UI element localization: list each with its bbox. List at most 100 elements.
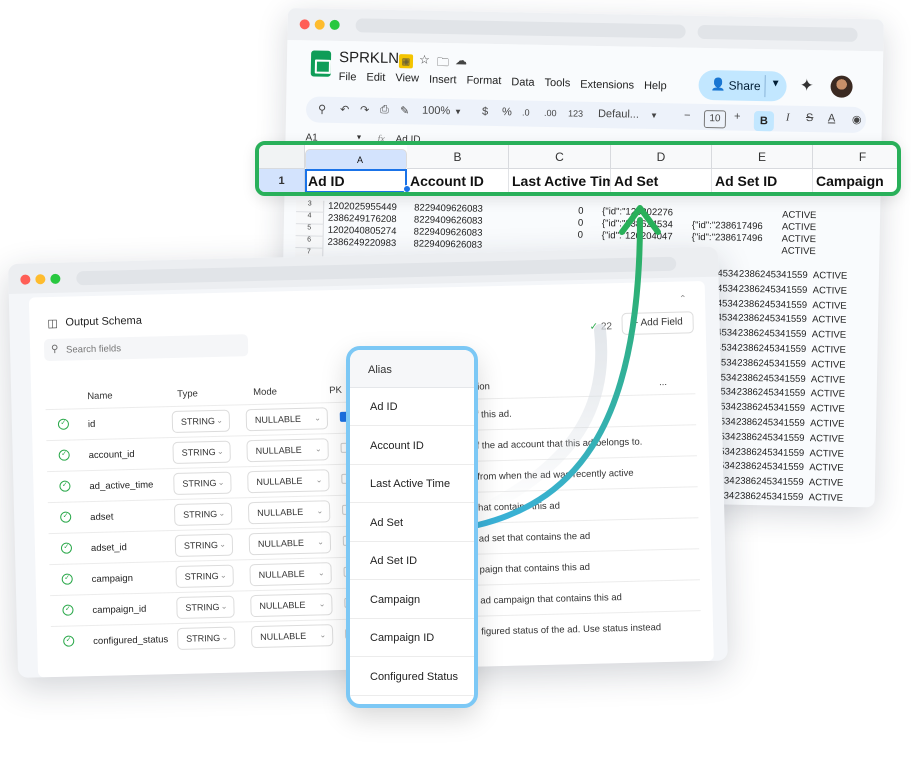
font-select[interactable]: Defaul...: [598, 108, 639, 121]
header-cell[interactable]: Ad Set: [611, 169, 712, 192]
url-bar-secondary[interactable]: [697, 24, 858, 42]
status-cell[interactable]: ACTIVE: [813, 270, 873, 282]
table-cell[interactable]: 1202040805274: [328, 225, 412, 238]
table-cell[interactable]: 2386245341559: [737, 387, 811, 399]
column-header-F[interactable]: F: [813, 145, 897, 169]
select-all-corner[interactable]: [259, 145, 305, 169]
type-select[interactable]: STRING ⌄: [174, 533, 234, 558]
type-select[interactable]: STRING ⌄: [176, 595, 235, 619]
maximize-dot[interactable]: [329, 19, 340, 30]
status-cell[interactable]: ACTIVE: [811, 388, 871, 400]
status-cell[interactable]: ACTIVE: [811, 344, 871, 356]
status-cell[interactable]: ACTIVE: [809, 492, 869, 504]
mode-select[interactable]: NULLABLE ⌄: [249, 562, 332, 587]
table-cell[interactable]: {"id":"120202276: [602, 206, 686, 219]
alias-item[interactable]: Ad ID: [350, 388, 474, 426]
mode-select[interactable]: NULLABLE ⌄: [247, 500, 331, 525]
table-cell[interactable]: ACTIVE: [782, 210, 866, 223]
font-chevron-icon[interactable]: ▼: [650, 111, 658, 120]
table-cell[interactable]: 2386245341559: [738, 298, 812, 310]
alias-item[interactable]: Campaign ID: [350, 619, 474, 657]
decrease-decimal[interactable]: .0: [522, 108, 530, 118]
status-cell[interactable]: ACTIVE: [813, 285, 873, 297]
table-cell[interactable]: 0: [578, 206, 594, 217]
alias-item[interactable]: Ad Set: [350, 504, 474, 542]
status-cell[interactable]: ACTIVE: [811, 359, 871, 371]
minimize-dot[interactable]: [314, 19, 325, 30]
print-icon[interactable]: ⎙: [380, 104, 389, 117]
table-cell[interactable]: [692, 208, 776, 210]
type-select[interactable]: STRING ⌄: [172, 440, 231, 465]
table-cell[interactable]: 2386245341559: [739, 284, 813, 296]
fill-handle[interactable]: [403, 185, 411, 192]
close-dot[interactable]: [299, 19, 310, 30]
status-cell[interactable]: ACTIVE: [812, 329, 872, 341]
table-cell[interactable]: 2386249220983: [327, 237, 411, 250]
search-menus-icon[interactable]: ⚲: [318, 103, 326, 116]
row-header[interactable]: 4: [295, 212, 325, 225]
table-cell[interactable]: 2386245341559: [738, 328, 812, 340]
table-cell[interactable]: 2386245341559: [737, 343, 811, 355]
chevron-down-icon[interactable]: ▼: [771, 78, 781, 89]
column-header-B[interactable]: B: [407, 145, 509, 169]
table-cell[interactable]: ACTIVE: [781, 246, 865, 259]
fill-color-icon[interactable]: ◉: [852, 113, 862, 126]
status-cell[interactable]: ACTIVE: [810, 403, 870, 415]
type-select[interactable]: STRING ⌄: [176, 626, 236, 650]
url-bar[interactable]: [355, 18, 686, 39]
menu-help[interactable]: Help: [644, 80, 667, 92]
document-title[interactable]: SPRKLN: [339, 49, 399, 67]
table-cell[interactable]: 2386245341559: [739, 269, 813, 281]
menu-insert[interactable]: Insert: [429, 74, 457, 87]
status-cell[interactable]: ACTIVE: [810, 418, 870, 430]
star-icon[interactable]: ☆: [419, 53, 430, 67]
increase-decimal[interactable]: .00: [544, 108, 557, 118]
paint-format-icon[interactable]: ✎: [400, 104, 409, 117]
alias-item[interactable]: Account ID: [350, 427, 474, 465]
redo-icon[interactable]: ↷: [360, 103, 369, 116]
undo-icon[interactable]: ↶: [340, 103, 349, 116]
zoom-select[interactable]: 100%: [422, 105, 450, 118]
header-cell[interactable]: Account ID: [407, 169, 509, 192]
column-header-A[interactable]: A: [305, 149, 407, 171]
bold-button[interactable]: B: [753, 110, 775, 132]
avatar[interactable]: [830, 75, 853, 98]
table-cell[interactable]: 2386245341559: [737, 357, 811, 369]
type-select[interactable]: STRING ⌄: [173, 471, 232, 496]
menu-file[interactable]: File: [339, 71, 357, 83]
strikethrough-button[interactable]: S: [806, 112, 814, 124]
status-cell[interactable]: ACTIVE: [812, 315, 872, 327]
add-field-button[interactable]: + Add Field: [621, 311, 694, 336]
table-cell[interactable]: {"id":"238617496: [692, 232, 776, 245]
table-cell[interactable]: 2386245341559: [735, 476, 809, 488]
table-cell[interactable]: 8229409626083: [414, 202, 498, 215]
menu-view[interactable]: View: [395, 72, 419, 84]
extension-icon[interactable]: ▦: [398, 54, 414, 69]
move-folder-icon[interactable]: 🗀: [437, 53, 449, 74]
alias-item[interactable]: Ad Set ID: [350, 542, 474, 580]
mode-select[interactable]: NULLABLE ⌄: [246, 438, 329, 463]
header-cell[interactable]: Ad Set ID: [712, 169, 813, 192]
currency-format[interactable]: $: [482, 106, 488, 118]
mode-select[interactable]: NULLABLE ⌄: [250, 624, 334, 649]
header-cell[interactable]: Campaign: [813, 169, 897, 192]
share-button[interactable]: 👤 Share ▼: [698, 69, 787, 102]
column-header-E[interactable]: E: [712, 145, 813, 169]
menu-data[interactable]: Data: [511, 76, 534, 88]
menu-edit[interactable]: Edit: [366, 72, 385, 84]
table-cell[interactable]: 2386245341559: [735, 491, 809, 503]
alias-item[interactable]: Last Active Time: [350, 465, 474, 503]
menu-format[interactable]: Format: [466, 74, 501, 87]
row-header-1[interactable]: 1: [259, 169, 305, 192]
table-cell[interactable]: {"id":"238617496: [692, 220, 776, 233]
status-cell[interactable]: ACTIVE: [809, 462, 869, 474]
header-cell[interactable]: Ad ID: [305, 169, 407, 192]
column-more-icon[interactable]: ...: [659, 377, 667, 388]
table-cell[interactable]: 2386249176208: [328, 213, 412, 226]
collapse-chevron-icon[interactable]: ⌃: [679, 293, 687, 304]
url-bar[interactable]: [76, 256, 677, 286]
increase-font-size-icon[interactable]: +: [734, 111, 741, 123]
table-cell[interactable]: 2386245341559: [736, 431, 810, 443]
mode-select[interactable]: NULLABLE ⌄: [247, 469, 330, 494]
sheets-logo-icon[interactable]: [310, 50, 332, 77]
